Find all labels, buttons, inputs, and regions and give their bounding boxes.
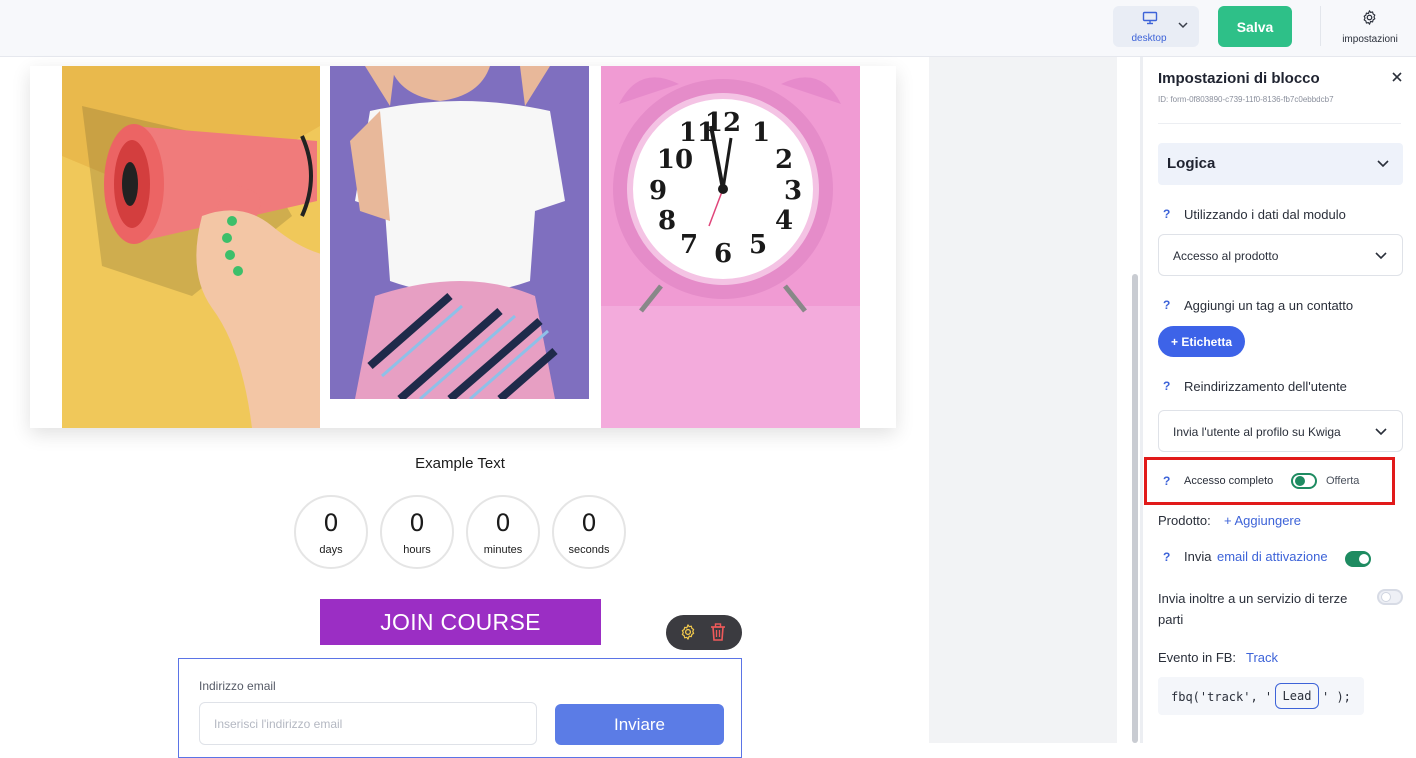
block-settings-panel: Impostazioni di blocco ID: form-0f803890… xyxy=(1143,57,1416,743)
svg-text:2: 2 xyxy=(775,145,793,175)
countdown-value: 0 xyxy=(581,509,597,537)
countdown-value: 0 xyxy=(409,509,425,537)
email-input[interactable] xyxy=(199,702,537,745)
help-icon[interactable]: ? xyxy=(1163,550,1170,564)
countdown-days: 0 days xyxy=(294,495,368,569)
activation-email-link[interactable]: email di attivazione xyxy=(1217,549,1328,564)
svg-text:7: 7 xyxy=(680,230,698,260)
device-label: desktop xyxy=(1131,33,1167,44)
logic-section-header[interactable]: Logica xyxy=(1158,143,1403,185)
fb-code-snippet: fbq('track', ' Lead ' ); xyxy=(1158,677,1364,715)
top-bar: desktop Salva impostazioni xyxy=(0,0,1416,57)
close-icon[interactable] xyxy=(1391,71,1403,83)
fb-event-link[interactable]: Track xyxy=(1246,650,1278,665)
email-label: Indirizzo email xyxy=(199,679,276,693)
alarm-clock-image: 12 1 2 3 4 5 6 7 8 9 10 11 xyxy=(601,66,860,428)
signup-form: Indirizzo email Inviare xyxy=(178,658,742,758)
settings-label: impostazioni xyxy=(1342,34,1398,45)
product-label: Prodotto: xyxy=(1158,513,1211,528)
scrollbar[interactable] xyxy=(1132,274,1138,743)
third-party-toggle[interactable] xyxy=(1377,589,1403,605)
toggle-knob xyxy=(1381,592,1391,602)
svg-text:11: 11 xyxy=(679,118,715,148)
image-gallery[interactable]: 12 1 2 3 4 5 6 7 8 9 10 11 xyxy=(30,66,896,428)
svg-text:9: 9 xyxy=(649,176,667,206)
send-label: Invia xyxy=(1184,549,1212,564)
page-preview: 12 1 2 3 4 5 6 7 8 9 10 11 Example Text … xyxy=(0,57,929,758)
highlight-box xyxy=(1144,457,1395,505)
chevron-down-icon xyxy=(1375,252,1387,260)
code-prefix: fbq('track', ' xyxy=(1171,690,1273,704)
save-button[interactable]: Salva xyxy=(1218,6,1292,47)
countdown-unit: days xyxy=(319,544,343,556)
editor-canvas: 12 1 2 3 4 5 6 7 8 9 10 11 Example Text … xyxy=(0,57,1117,758)
add-product-link[interactable]: + Aggiungere xyxy=(1224,513,1301,528)
add-tag-button[interactable]: + Etichetta xyxy=(1158,326,1245,357)
gear-icon[interactable] xyxy=(679,623,697,641)
svg-text:3: 3 xyxy=(784,176,802,206)
svg-text:6: 6 xyxy=(714,239,732,269)
svg-text:10: 10 xyxy=(657,145,693,175)
svg-text:5: 5 xyxy=(749,230,767,260)
add-tag-label: Aggiungi un tag a un contatto xyxy=(1184,298,1354,313)
chevron-down-icon xyxy=(1178,22,1188,29)
third-party-label: Invia inoltre a un servizio di terze par… xyxy=(1158,591,1348,627)
help-icon[interactable]: ? xyxy=(1163,298,1170,312)
countdown-value: 0 xyxy=(323,509,339,537)
countdown-value: 0 xyxy=(495,509,511,537)
trash-icon[interactable] xyxy=(710,623,726,641)
svg-text:4: 4 xyxy=(775,206,793,236)
redirect-select[interactable]: Invia l'utente al profilo su Kwiga xyxy=(1158,410,1403,452)
countdown-seconds: 0 seconds xyxy=(552,495,626,569)
use-form-data-label: Utilizzando i dati dal modulo xyxy=(1184,207,1346,222)
divider xyxy=(1158,123,1401,124)
activation-email-toggle[interactable] xyxy=(1345,551,1371,567)
select-value: Accesso al prodotto xyxy=(1173,249,1279,263)
panel-title: Impostazioni di blocco xyxy=(1158,70,1320,87)
settings-button[interactable]: impostazioni xyxy=(1330,8,1410,48)
code-suffix: ' ); xyxy=(1322,690,1351,704)
submit-button[interactable]: Inviare xyxy=(555,704,724,745)
fb-event-label: Evento in FB: xyxy=(1158,650,1237,665)
example-text: Example Text xyxy=(415,455,505,472)
device-switcher[interactable]: desktop xyxy=(1113,6,1199,47)
redirect-label: Reindirizzamento dell'utente xyxy=(1184,379,1347,394)
svg-text:8: 8 xyxy=(658,206,676,236)
divider xyxy=(1320,6,1321,46)
gear-icon xyxy=(1363,10,1376,25)
help-icon[interactable]: ? xyxy=(1163,379,1170,393)
countdown-minutes: 0 minutes xyxy=(466,495,540,569)
join-course-button[interactable]: JOIN COURSE xyxy=(320,599,601,645)
section-title: Logica xyxy=(1167,155,1216,172)
chevron-down-icon xyxy=(1375,428,1387,436)
svg-text:1: 1 xyxy=(752,118,770,148)
countdown-unit: seconds xyxy=(568,544,610,556)
block-toolbar xyxy=(666,615,742,650)
countdown-hours: 0 hours xyxy=(380,495,454,569)
countdown-unit: hours xyxy=(403,544,431,556)
chevron-down-icon xyxy=(1377,160,1389,168)
toggle-knob xyxy=(1359,554,1369,564)
select-value: Invia l'utente al profilo su Kwiga xyxy=(1173,425,1341,439)
help-icon[interactable]: ? xyxy=(1163,207,1170,221)
megaphone-image xyxy=(62,66,320,428)
countdown-unit: minutes xyxy=(483,544,523,556)
block-id: ID: form-0f803890-c739-11f0-8136-fb7c0eb… xyxy=(1158,95,1334,104)
fb-event-name-input[interactable]: Lead xyxy=(1275,683,1319,709)
woman-image xyxy=(330,66,589,399)
monitor-icon xyxy=(1142,11,1158,25)
form-data-select[interactable]: Accesso al prodotto xyxy=(1158,234,1403,276)
